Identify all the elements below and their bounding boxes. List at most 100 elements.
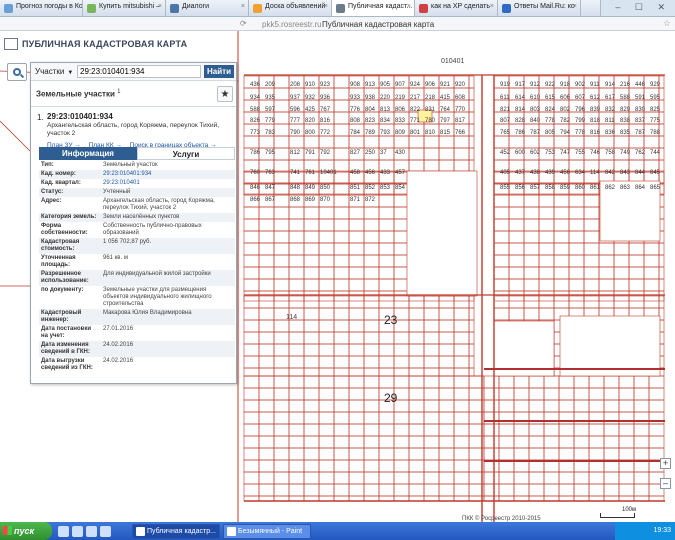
parcel[interactable] [648, 423, 665, 437]
parcel[interactable] [513, 399, 530, 413]
parcel[interactable] [568, 278, 585, 292]
parcel[interactable] [423, 387, 440, 401]
parcel[interactable] [423, 411, 440, 425]
parcel[interactable] [583, 242, 600, 256]
result-item[interactable]: 1. 29:23:010401:934 Архангельская област… [31, 109, 236, 169]
parcel[interactable] [318, 447, 335, 461]
parcel[interactable] [348, 135, 365, 149]
parcel[interactable] [288, 254, 305, 268]
parcel[interactable] [333, 307, 350, 321]
parcel[interactable] [273, 87, 290, 101]
quick-launch-icon[interactable] [58, 525, 69, 537]
parcel[interactable] [423, 471, 440, 485]
parcel[interactable] [438, 307, 455, 321]
large-parcel[interactable] [406, 170, 478, 297]
parcel[interactable] [498, 375, 515, 389]
parcel[interactable] [378, 135, 395, 149]
parcel[interactable] [318, 218, 335, 232]
parcel[interactable] [243, 319, 260, 333]
parcel[interactable] [423, 459, 440, 473]
parcel[interactable] [613, 295, 630, 309]
parcel[interactable] [303, 423, 320, 437]
parcel[interactable] [348, 435, 365, 449]
parcel[interactable] [423, 483, 440, 497]
parcel[interactable] [363, 343, 380, 357]
pin-star-button[interactable]: ★ [217, 86, 233, 102]
parcel[interactable] [658, 135, 665, 149]
parcel[interactable] [568, 242, 585, 256]
parcel[interactable] [363, 230, 380, 244]
parcel[interactable] [423, 307, 440, 321]
parcel[interactable] [453, 447, 470, 461]
parcel[interactable] [408, 307, 425, 321]
parcel[interactable] [468, 111, 475, 125]
parcel[interactable] [628, 242, 645, 256]
parcel[interactable] [288, 331, 305, 345]
search-toggle-button[interactable] [7, 63, 27, 81]
parcel[interactable] [288, 266, 305, 280]
parcel[interactable] [568, 295, 585, 309]
parcel[interactable] [348, 399, 365, 413]
parcel[interactable] [493, 266, 510, 280]
parcel[interactable] [318, 399, 335, 413]
parcel[interactable] [243, 266, 260, 280]
parcel[interactable] [378, 194, 395, 208]
parcel[interactable] [523, 307, 540, 321]
parcel[interactable] [393, 423, 410, 437]
parcel[interactable] [378, 355, 395, 369]
parcel[interactable] [243, 355, 260, 369]
parcel[interactable] [288, 387, 305, 401]
parcel[interactable] [423, 319, 440, 333]
parcel[interactable] [528, 435, 545, 449]
parcel[interactable] [243, 411, 260, 425]
parcel[interactable] [348, 319, 365, 333]
parcel[interactable] [378, 295, 395, 309]
parcel[interactable] [273, 111, 290, 125]
parcel[interactable] [438, 375, 455, 389]
parcel[interactable] [288, 459, 305, 473]
parcel[interactable] [273, 447, 290, 461]
parcel[interactable] [318, 375, 335, 389]
parcel[interactable] [643, 254, 660, 268]
parcel[interactable] [603, 435, 620, 449]
parcel[interactable] [588, 447, 605, 461]
parcel[interactable] [333, 123, 350, 137]
parcel[interactable] [583, 194, 600, 208]
parcel[interactable] [573, 495, 590, 502]
parcel[interactable] [243, 367, 260, 377]
parcel[interactable] [288, 495, 305, 502]
parcel[interactable] [583, 218, 600, 232]
parcel[interactable] [273, 171, 290, 185]
parcel[interactable] [408, 459, 425, 473]
parcel[interactable] [538, 135, 555, 149]
parcel[interactable] [508, 295, 525, 309]
parcel[interactable] [243, 375, 260, 389]
parcel[interactable] [243, 483, 260, 497]
parcel[interactable] [423, 423, 440, 437]
parcel[interactable] [288, 278, 305, 292]
parcel[interactable] [348, 278, 365, 292]
parcel[interactable] [508, 242, 525, 256]
parcel[interactable] [333, 218, 350, 232]
parcel[interactable] [618, 375, 635, 389]
parcel[interactable] [348, 355, 365, 369]
parcel[interactable] [378, 375, 395, 389]
parcel[interactable] [633, 423, 650, 437]
parcel[interactable] [258, 411, 275, 425]
parcel[interactable] [453, 319, 470, 333]
parcel[interactable] [658, 278, 665, 292]
parcel[interactable] [618, 483, 635, 497]
parcel[interactable] [468, 99, 475, 113]
parcel[interactable] [258, 343, 275, 357]
parcel[interactable] [558, 411, 575, 425]
parcel[interactable] [333, 99, 350, 113]
parcel[interactable] [483, 495, 500, 502]
parcel[interactable] [468, 123, 475, 137]
parcel[interactable] [303, 319, 320, 333]
parcel[interactable] [393, 331, 410, 345]
parcel[interactable] [258, 367, 275, 377]
parcel[interactable] [513, 435, 530, 449]
parcel[interactable] [423, 367, 440, 377]
parcel[interactable] [438, 471, 455, 485]
zoom-out-button[interactable]: – [660, 478, 671, 489]
